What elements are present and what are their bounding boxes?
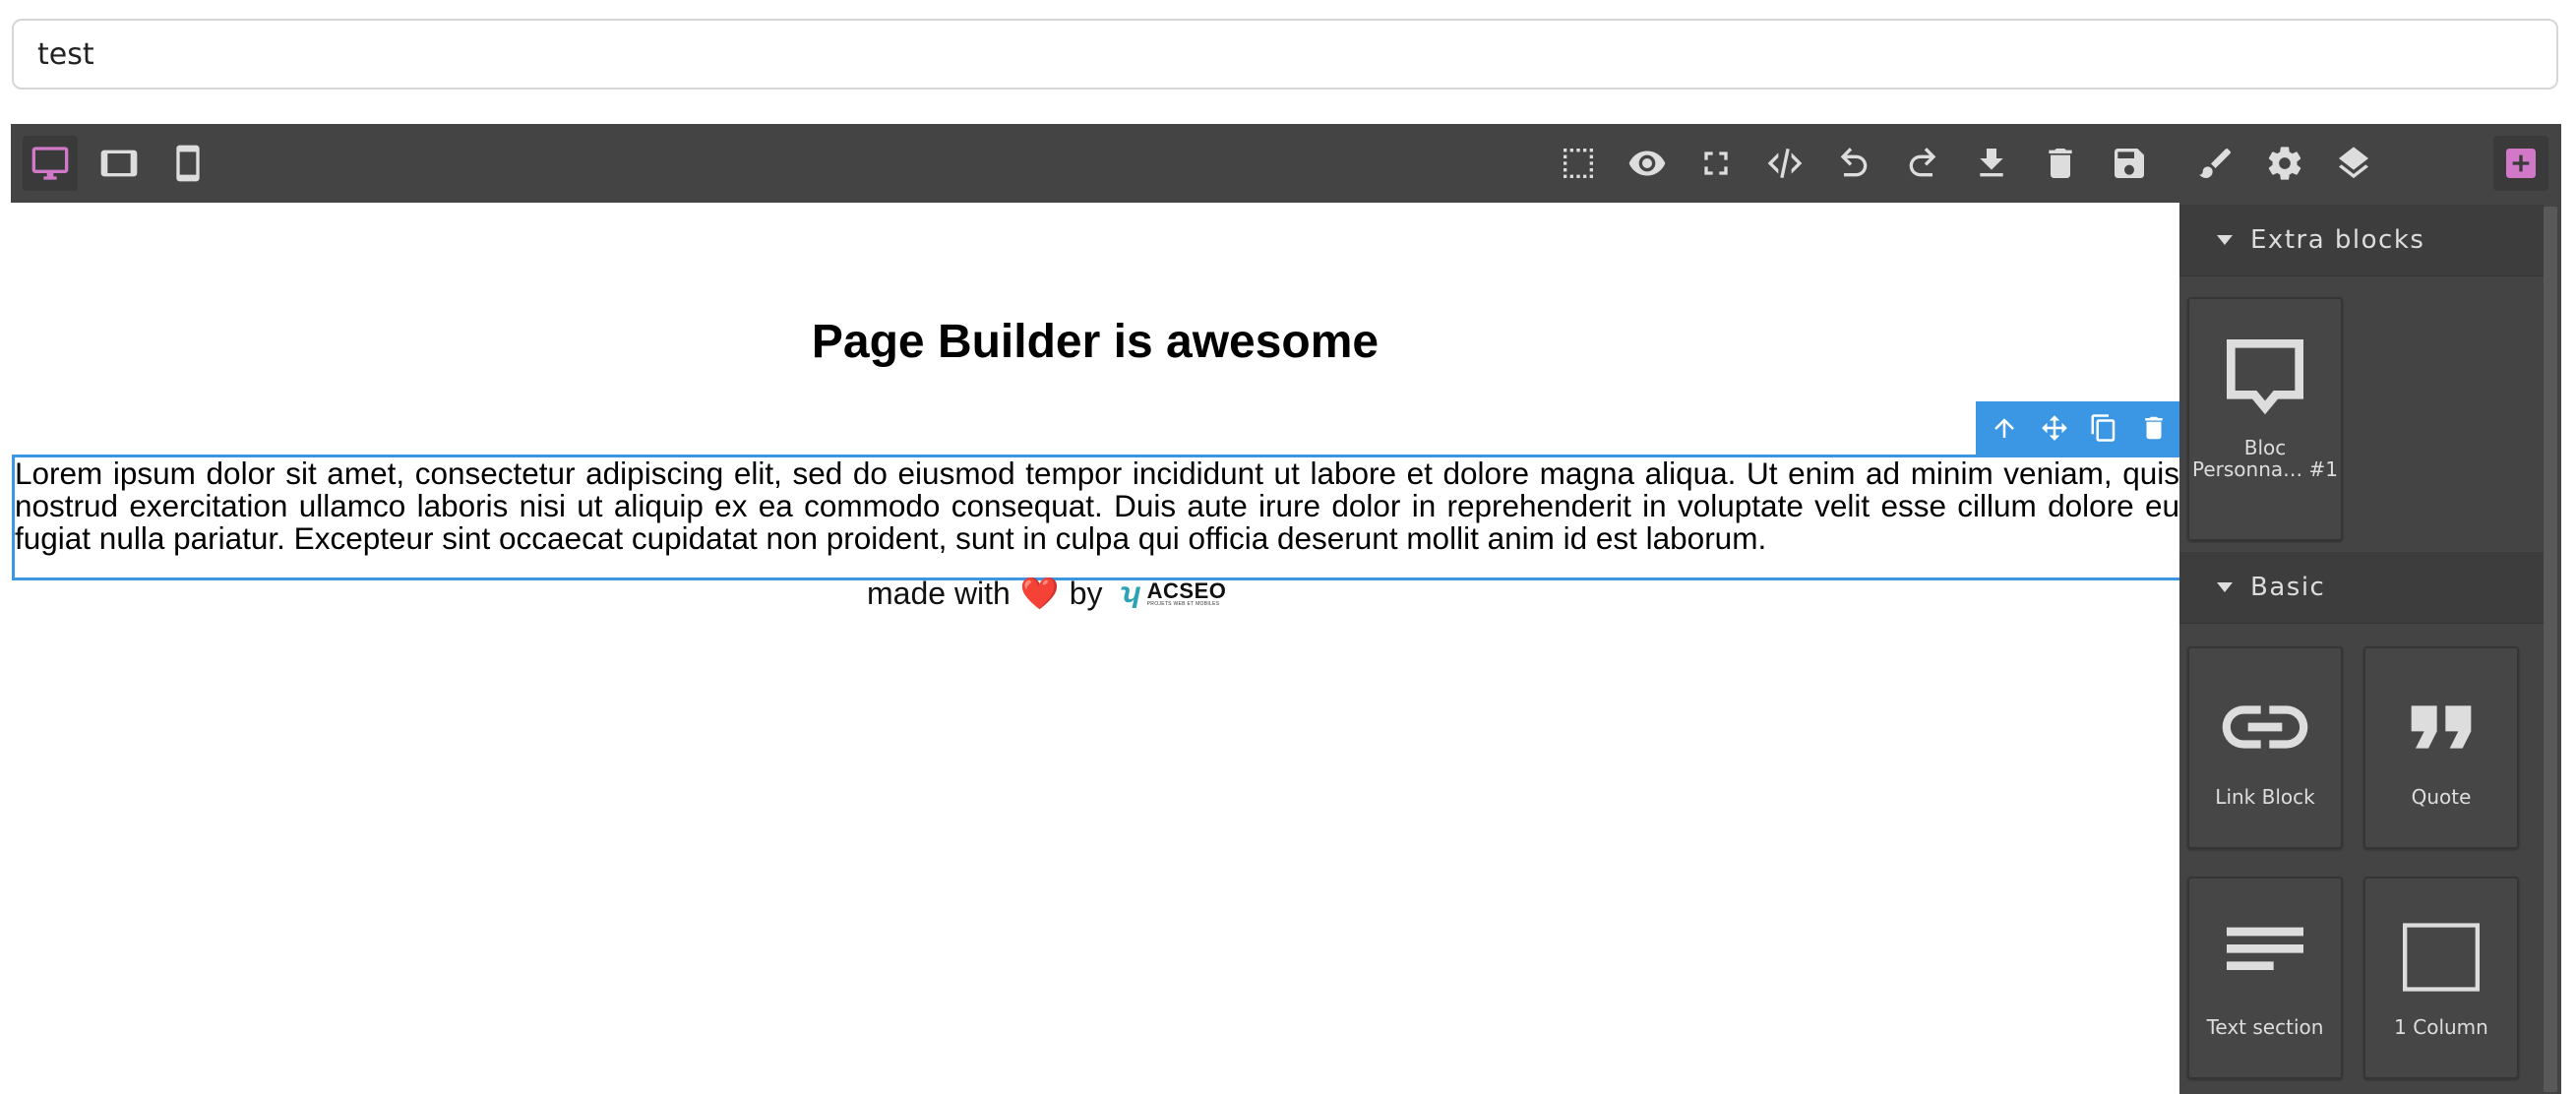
layers-icon <box>2339 147 2368 179</box>
quote-icon <box>2411 705 2472 749</box>
category-title: Basic <box>2250 573 2326 602</box>
preview-button[interactable] <box>1620 136 1675 191</box>
blocks-panel: Extra blocks Bloc Personna… #1 Basic Lin… <box>2179 203 2561 1094</box>
open-blocks-button[interactable] <box>2493 136 2548 191</box>
block-link[interactable]: Link Block <box>2187 646 2343 849</box>
paintbrush-icon <box>2199 148 2232 178</box>
acseo-logo-mark: ʮ <box>1120 577 1141 609</box>
download-icon <box>1980 149 2003 177</box>
category-extra-blocks[interactable]: Extra blocks <box>2179 205 2544 276</box>
editor-toolbar <box>11 124 2561 203</box>
panel-scrollbar[interactable] <box>2544 207 2557 1092</box>
eye-icon <box>1628 151 1666 176</box>
brand-tagline: PROJETS WEB ET MOBILES <box>1146 600 1220 607</box>
code-icon <box>1767 149 1803 178</box>
dashed-square-icon <box>1564 149 1593 178</box>
layer-manager-button[interactable] <box>2326 136 2381 191</box>
component-toolbar <box>1976 401 2179 455</box>
editor-canvas[interactable]: Page Builder is awesome Lorem ipsum dolo… <box>11 203 2179 1094</box>
download-button[interactable] <box>1964 136 2019 191</box>
tablet-device-button[interactable] <box>92 136 147 191</box>
block-label: 1 Column <box>2394 1015 2488 1039</box>
footer-prefix: made with <box>867 575 1011 611</box>
style-manager-button[interactable] <box>2188 136 2243 191</box>
page-title-input[interactable] <box>12 19 2558 90</box>
gear-icon <box>2268 147 2301 180</box>
speech-bubble-icon <box>2227 339 2303 415</box>
block-label: Bloc Personna… #1 <box>2192 436 2338 481</box>
block-one-column[interactable]: 1 Column <box>2363 877 2519 1079</box>
redo-icon <box>1909 148 1936 177</box>
mobile-device-button[interactable] <box>160 136 215 191</box>
brand-name: ACSEO <box>1146 577 1227 603</box>
page-heading[interactable]: Page Builder is awesome <box>11 313 2179 372</box>
mobile-icon <box>176 145 200 182</box>
arrow-up-icon <box>1994 418 2015 438</box>
heart-icon: ❤️ <box>1019 576 1060 611</box>
desktop-icon <box>31 147 69 180</box>
clone-button[interactable] <box>2084 408 2123 448</box>
desktop-device-button[interactable] <box>23 136 78 191</box>
block-bloc-personnalise[interactable]: Bloc Personna… #1 <box>2187 297 2343 541</box>
page-builder-editor: Page Builder is awesome Lorem ipsum dolo… <box>11 124 2561 1094</box>
lorem-paragraph: Lorem ipsum dolor sit amet, consectetur … <box>15 456 2179 556</box>
column-icon <box>2403 923 2480 992</box>
fullscreen-button[interactable] <box>1688 136 1744 191</box>
copy-icon <box>2091 414 2116 442</box>
category-basic[interactable]: Basic <box>2179 552 2544 624</box>
caret-down-icon <box>2217 582 2233 592</box>
tablet-icon <box>100 150 138 177</box>
acseo-logo: ʮ ACSEO PROJETS WEB ET MOBILES <box>1120 577 1226 610</box>
block-label: Text section <box>2206 1015 2324 1039</box>
block-text-section[interactable]: Text section <box>2187 877 2343 1079</box>
settings-button[interactable] <box>2257 136 2312 191</box>
category-title: Extra blocks <box>2250 225 2425 255</box>
caret-down-icon <box>2217 235 2233 245</box>
plus-box-icon <box>2506 149 2536 178</box>
undo-button[interactable] <box>1826 136 1881 191</box>
link-icon <box>2222 705 2308 749</box>
delete-component-button[interactable] <box>2134 408 2174 448</box>
undo-icon <box>1840 148 1868 177</box>
fullscreen-icon <box>1704 152 1728 175</box>
show-borders-button[interactable] <box>1551 136 1606 191</box>
save-button[interactable] <box>2102 136 2157 191</box>
block-quote[interactable]: Quote <box>2363 646 2519 849</box>
move-arrows-icon <box>2041 415 2067 441</box>
redo-button[interactable] <box>1895 136 1950 191</box>
export-code-button[interactable] <box>1757 136 1812 191</box>
block-label: Quote <box>2411 785 2472 809</box>
clear-canvas-button[interactable] <box>2033 136 2088 191</box>
select-parent-button[interactable] <box>1985 408 2024 448</box>
footer-by: by <box>1069 575 1103 611</box>
block-label: Link Block <box>2215 785 2315 809</box>
text-section-icon <box>2227 927 2303 970</box>
floppy-disk-icon <box>2115 149 2144 178</box>
trash-icon <box>2049 149 2072 178</box>
selected-text-block[interactable]: Lorem ipsum dolor sit amet, consectetur … <box>12 455 2179 580</box>
trash-icon <box>2145 416 2163 440</box>
made-with-footer: made with ❤️ by ʮ ACSEO PROJETS WEB ET M… <box>867 569 1226 618</box>
move-button[interactable] <box>2035 408 2074 448</box>
